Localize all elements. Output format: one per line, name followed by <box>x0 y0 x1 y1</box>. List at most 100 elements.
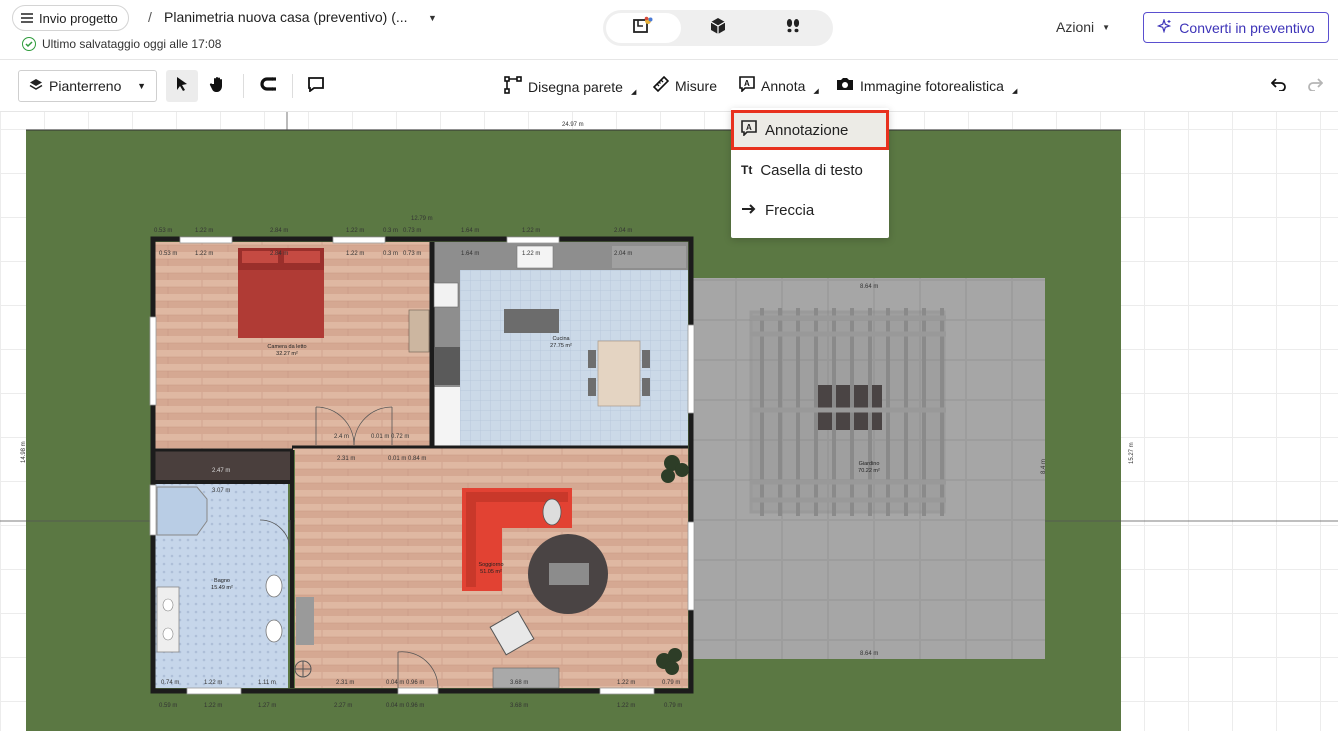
measures-button[interactable]: Misure <box>652 75 717 95</box>
menu-item-label: Casella di testo <box>760 161 863 179</box>
room-label-kitchen: Cucina <box>552 336 570 342</box>
svg-text:8.64 m: 8.64 m <box>860 651 878 657</box>
menu-item-text-box[interactable]: Tt Casella di testo <box>731 150 889 190</box>
view-3d-button[interactable] <box>681 13 756 43</box>
svg-text:1.22 m: 1.22 m <box>195 228 213 234</box>
svg-text:2.84 m: 2.84 m <box>270 251 288 257</box>
svg-text:0.3 m: 0.3 m <box>383 228 398 234</box>
chevron-down-icon: ▼ <box>137 81 146 91</box>
floor-label: Pianterreno <box>49 78 122 94</box>
menu-item-label: Annotazione <box>765 121 849 139</box>
dresser <box>408 309 430 353</box>
convert-label: Converti in preventivo <box>1179 19 1315 36</box>
submit-project-button[interactable]: Invio progetto <box>12 5 129 31</box>
floor-plan-canvas[interactable]: 24.97 m 14.98 m 15.27 m 12.79 m 0.53 m 1… <box>0 112 1338 731</box>
svg-text:32.27 m²: 32.27 m² <box>276 351 298 357</box>
annotation-icon: A <box>739 76 755 95</box>
svg-text:0.04 m 0.96 m: 0.04 m 0.96 m <box>386 703 424 709</box>
breadcrumb-separator: / <box>148 9 152 25</box>
svg-text:0.53 m: 0.53 m <box>159 251 177 257</box>
annotate-label: Annota <box>761 77 806 94</box>
comment-icon <box>307 76 325 97</box>
annotation-icon: A <box>741 120 757 140</box>
convert-to-quote-button[interactable]: Converti in preventivo <box>1143 12 1329 43</box>
hall-floor <box>155 450 290 480</box>
undo-button[interactable] <box>1263 70 1295 102</box>
draw-wall-button[interactable]: Disegna parete ◢ <box>504 76 636 97</box>
menu-item-annotation[interactable]: A Annotazione <box>731 110 889 150</box>
svg-text:2.04 m: 2.04 m <box>614 251 632 257</box>
redo-button[interactable] <box>1299 70 1331 102</box>
svg-text:8.64 m: 8.64 m <box>860 284 878 290</box>
redo-icon <box>1307 77 1324 96</box>
menu-item-label: Freccia <box>765 201 815 219</box>
svg-text:0.73 m: 0.73 m <box>403 228 421 234</box>
floorplan-2d-icon <box>632 16 654 41</box>
svg-text:2.4 m: 2.4 m <box>334 434 349 440</box>
comment-button[interactable] <box>300 70 332 102</box>
fridge <box>434 347 460 385</box>
sink <box>516 245 554 269</box>
svg-text:51.05 m²: 51.05 m² <box>480 569 502 575</box>
svg-text:2.47 m: 2.47 m <box>212 468 230 474</box>
project-title[interactable]: Planimetria nuova casa (preventivo) (... <box>164 9 408 25</box>
editor-toolbar: Pianterreno ▼ Disegna parete ◢ Misure A … <box>0 60 1338 112</box>
view-walkthrough-button[interactable] <box>755 13 830 43</box>
svg-text:1.22 m: 1.22 m <box>522 228 540 234</box>
annotate-button[interactable]: A Annota ◢ <box>739 76 819 95</box>
svg-text:12.79 m: 12.79 m <box>411 216 433 222</box>
view-2d3d-button[interactable] <box>606 13 681 43</box>
chevron-down-icon[interactable]: ▼ <box>428 13 437 23</box>
svg-text:0.01 m 0.84 m: 0.01 m 0.84 m <box>388 456 426 462</box>
svg-text:1.27 m: 1.27 m <box>258 703 276 709</box>
pan-tool-button[interactable] <box>202 70 234 102</box>
svg-text:0.53 m: 0.53 m <box>154 228 172 234</box>
svg-text:1.22 m: 1.22 m <box>346 228 364 234</box>
svg-text:3.68 m: 3.68 m <box>510 703 528 709</box>
camera-icon <box>836 76 854 95</box>
kitchen-island <box>504 309 559 333</box>
corner-caret-icon: ◢ <box>813 87 819 95</box>
svg-text:1.22 m: 1.22 m <box>204 680 222 686</box>
save-status: Ultimo salvataggio oggi alle 17:08 <box>22 37 221 51</box>
wall-tool-icon <box>504 76 522 97</box>
chevron-down-icon: ▼ <box>1102 22 1111 32</box>
svg-text:15.49 m²: 15.49 m² <box>211 585 233 591</box>
photoreal-image-button[interactable]: Immagine fotorealistica ◢ <box>836 76 1017 95</box>
svg-text:2.84 m: 2.84 m <box>270 228 288 234</box>
svg-text:1.64 m: 1.64 m <box>461 228 479 234</box>
draw-wall-label: Disegna parete <box>528 78 623 95</box>
view-mode-toggle <box>603 10 833 46</box>
room-label-bedroom: Camera da letto <box>267 344 306 350</box>
svg-text:1.22 m: 1.22 m <box>204 703 222 709</box>
svg-text:1.64 m: 1.64 m <box>461 251 479 257</box>
text-box-icon: Tt <box>741 163 753 177</box>
svg-text:0.79 m: 0.79 m <box>664 703 682 709</box>
shower-enclosure <box>156 486 208 536</box>
actions-menu[interactable]: Azioni ▼ <box>1056 19 1110 35</box>
svg-text:1.22 m: 1.22 m <box>617 680 635 686</box>
toolbar-divider <box>243 74 244 98</box>
layers-icon <box>29 78 43 95</box>
room-label-bathroom: Bagno <box>214 578 230 584</box>
photoreal-label: Immagine fotorealistica <box>860 77 1004 94</box>
dim-lot-top: 24.97 m <box>562 122 584 128</box>
menu-item-arrow[interactable]: Freccia <box>731 190 889 230</box>
floor-selector[interactable]: Pianterreno ▼ <box>18 70 157 102</box>
svg-text:2.31 m: 2.31 m <box>336 680 354 686</box>
magnet-snap-button[interactable] <box>252 70 284 102</box>
arrow-right-icon <box>741 202 757 219</box>
select-tool-button[interactable] <box>166 70 198 102</box>
floor-plan-drawing: 24.97 m 14.98 m 15.27 m 12.79 m 0.53 m 1… <box>0 112 1338 731</box>
toilet <box>265 574 283 598</box>
svg-text:0.01 m 0.72 m: 0.01 m 0.72 m <box>371 434 409 440</box>
cube-3d-icon <box>709 17 727 40</box>
cursor-arrow-icon <box>174 76 190 97</box>
svg-text:1.22 m: 1.22 m <box>346 251 364 257</box>
svg-text:0.3 m: 0.3 m <box>383 251 398 257</box>
dim-lot-right: 15.27 m <box>1129 442 1135 464</box>
svg-text:8.4 m: 8.4 m <box>1041 459 1047 474</box>
svg-text:70.22 m²: 70.22 m² <box>858 468 880 474</box>
svg-text:0.04 m 0.96 m: 0.04 m 0.96 m <box>386 680 424 686</box>
svg-text:0.73 m: 0.73 m <box>403 251 421 257</box>
